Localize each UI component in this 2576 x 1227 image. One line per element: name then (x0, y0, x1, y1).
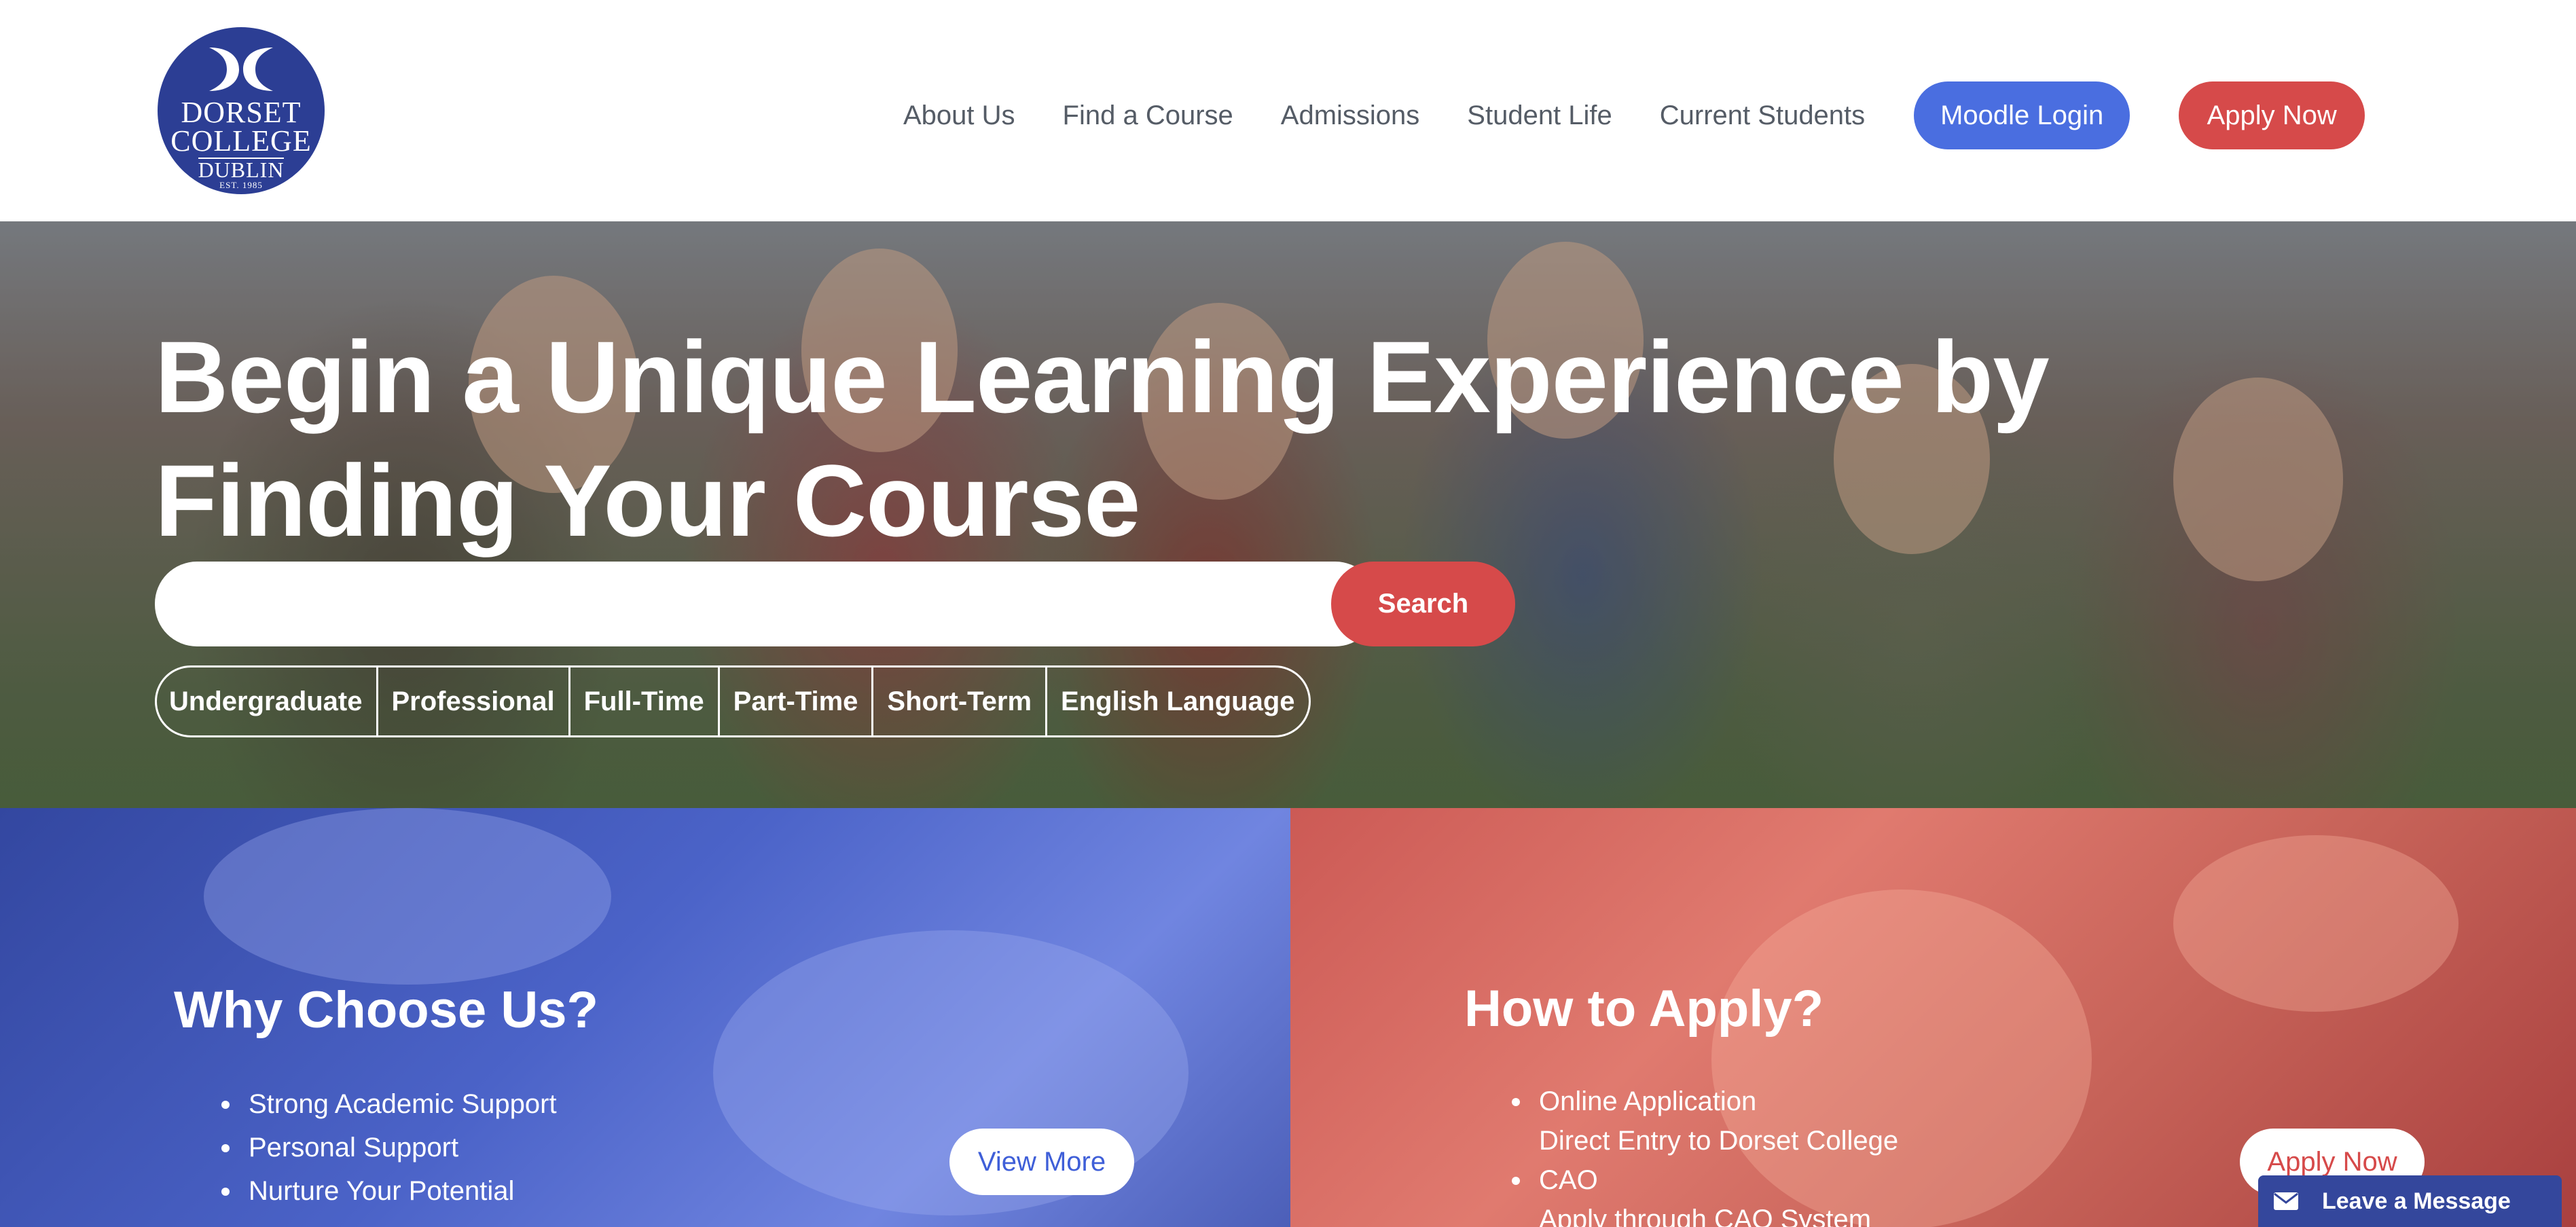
nav-current-students[interactable]: Current Students (1660, 100, 1865, 131)
apply-option-title[interactable]: CAO (1539, 1165, 1598, 1195)
logo-text-college: COLLEGE (170, 124, 312, 158)
nav-find-a-course[interactable]: Find a Course (1063, 100, 1233, 131)
filter-short-term[interactable]: Short-Term (871, 667, 1045, 735)
course-filter-group: Undergraduate Professional Full-Time Par… (155, 665, 1311, 737)
leave-message-label: Leave a Message (2322, 1188, 2511, 1214)
view-more-button[interactable]: View More (949, 1129, 1134, 1195)
leave-message-widget[interactable]: Leave a Message (2258, 1175, 2562, 1227)
hero-title: Begin a Unique Learning Experience by Fi… (155, 320, 2050, 557)
course-search: Search (155, 562, 1515, 646)
why-choose-us-title: Why Choose Us? (174, 981, 598, 1039)
list-item: Nurture Your Potential (221, 1169, 557, 1213)
how-to-apply-list: Online Application Direct Entry to Dorse… (1512, 1080, 1898, 1227)
nav-about-us[interactable]: About Us (903, 100, 1015, 131)
dc-monogram-icon (209, 48, 273, 91)
filter-english-language[interactable]: English Language (1045, 667, 1308, 735)
envelope-icon (2274, 1192, 2298, 1210)
list-item: Strong Academic Support (221, 1082, 557, 1126)
hero-bottom-arc (0, 801, 2576, 883)
apply-option-description: Apply through CAO System (1539, 1205, 1872, 1227)
dorset-college-logo[interactable]: DORSET COLLEGE DUBLIN EST. 1985 (158, 27, 325, 194)
nav-student-life[interactable]: Student Life (1467, 100, 1612, 131)
filter-undergraduate[interactable]: Undergraduate (157, 667, 376, 735)
header-apply-now-button[interactable]: Apply Now (2179, 81, 2365, 149)
list-item: Online Application Direct Entry to Dorse… (1512, 1080, 1898, 1158)
list-item: CAO Apply through CAO System (1512, 1158, 1898, 1227)
filter-part-time[interactable]: Part-Time (717, 667, 872, 735)
course-search-input[interactable] (155, 562, 1377, 646)
filter-full-time[interactable]: Full-Time (568, 667, 718, 735)
search-button[interactable]: Search (1331, 562, 1515, 646)
list-item: Personal Support (221, 1126, 557, 1169)
apply-option-description: Direct Entry to Dorset College (1539, 1126, 1899, 1156)
logo-text-dublin: DUBLIN (198, 158, 285, 182)
how-to-apply-title: How to Apply? (1464, 980, 1824, 1038)
main-nav: About Us Find a Course Admissions Studen… (903, 81, 2365, 149)
why-choose-us-list: Strong Academic Support Personal Support… (221, 1082, 557, 1213)
apply-option-title[interactable]: Online Application (1539, 1086, 1756, 1116)
filter-professional[interactable]: Professional (376, 667, 568, 735)
logo-text-dorset: DORSET (181, 96, 302, 129)
moodle-login-button[interactable]: Moodle Login (1914, 81, 2130, 149)
logo-text-established: EST. 1985 (219, 180, 263, 190)
nav-admissions[interactable]: Admissions (1281, 100, 1420, 131)
site-header: DORSET COLLEGE DUBLIN EST. 1985 About Us… (0, 0, 2576, 221)
